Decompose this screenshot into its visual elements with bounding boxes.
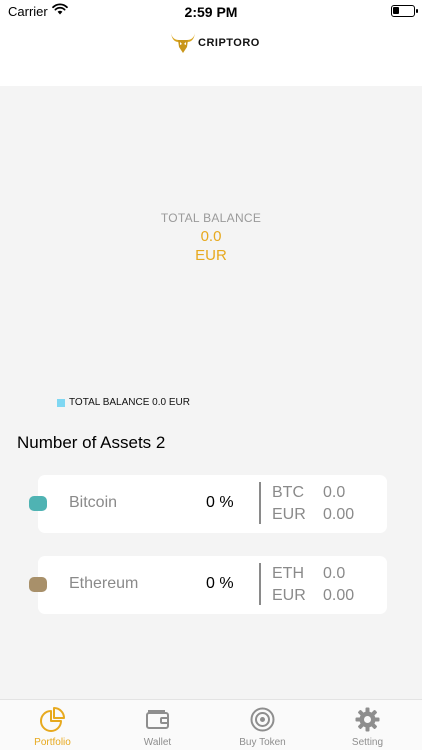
asset-name: Ethereum bbox=[69, 575, 139, 592]
asset-fiat-amount: 0.00 bbox=[323, 587, 355, 604]
asset-color-dot bbox=[29, 577, 47, 592]
asset-card-bitcoin[interactable]: Bitcoin 0 % BTC 0.0 EUR 0.00 bbox=[29, 475, 387, 533]
asset-code: ETH bbox=[272, 565, 304, 582]
gear-icon bbox=[355, 707, 380, 732]
tab-wallet[interactable]: Wallet bbox=[105, 700, 210, 750]
asset-percent: 0 % bbox=[206, 575, 234, 592]
tab-label: Setting bbox=[351, 737, 384, 748]
tab-setting[interactable]: Setting bbox=[315, 700, 420, 750]
battery-tip bbox=[416, 9, 418, 13]
tab-label: Wallet bbox=[143, 737, 172, 748]
legend-label: TOTAL BALANCE 0.0 EUR bbox=[69, 397, 190, 408]
asset-fiat-amount: 0.00 bbox=[323, 506, 355, 523]
target-icon bbox=[250, 707, 275, 732]
total-balance: TOTAL BALANCE 0.0 EUR bbox=[0, 211, 422, 264]
chart-legend[interactable]: TOTAL BALANCE 0.0 EUR bbox=[57, 397, 190, 408]
header: CRIPTORO bbox=[0, 24, 422, 86]
logo: CRIPTORO bbox=[170, 32, 260, 54]
asset-card-ethereum[interactable]: Ethereum 0 % ETH 0.0 EUR 0.00 bbox=[29, 556, 387, 614]
asset-divider bbox=[259, 563, 261, 605]
clock: 2:59 PM bbox=[184, 4, 238, 20]
tab-buy-token[interactable]: Buy Token bbox=[210, 700, 315, 750]
legend-swatch bbox=[57, 398, 65, 407]
tab-label: Portfolio bbox=[34, 737, 71, 748]
asset-fiat-code: EUR bbox=[272, 587, 306, 604]
tab-portfolio[interactable]: Portfolio bbox=[0, 700, 105, 750]
wallet-icon bbox=[146, 710, 169, 729]
asset-amount: 0.0 bbox=[323, 484, 346, 501]
asset-fiat-code: EUR bbox=[272, 506, 306, 523]
tab-bar: Portfolio Wallet Buy Token Setting bbox=[0, 699, 422, 750]
status-bar: Carrier 2:59 PM bbox=[0, 0, 422, 24]
assets-count: Number of Assets 2 bbox=[17, 433, 166, 452]
asset-code: BTC bbox=[272, 484, 304, 501]
battery-icon bbox=[391, 5, 415, 17]
asset-name: Bitcoin bbox=[69, 494, 118, 511]
total-balance-label: TOTAL BALANCE bbox=[160, 211, 262, 225]
total-balance-currency: EUR bbox=[195, 247, 227, 264]
asset-color-dot bbox=[29, 496, 47, 511]
pie-chart-icon bbox=[40, 707, 65, 732]
asset-amount: 0.0 bbox=[323, 565, 346, 582]
tab-label: Buy Token bbox=[239, 737, 286, 748]
asset-percent: 0 % bbox=[206, 494, 234, 511]
logo-text: CRIPTORO bbox=[198, 37, 260, 49]
bull-logo-icon bbox=[171, 33, 195, 53]
total-balance-value: 0.0 bbox=[200, 228, 222, 245]
asset-divider bbox=[259, 482, 261, 524]
